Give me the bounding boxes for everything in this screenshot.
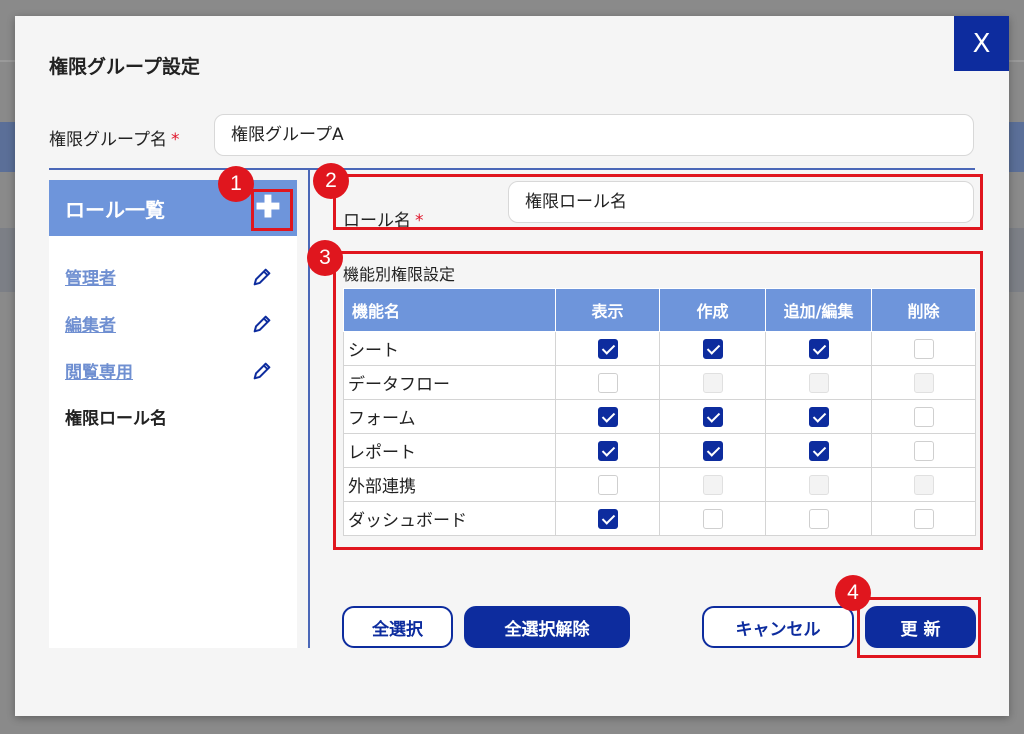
deselect-all-button[interactable]: 全選択解除 bbox=[464, 606, 630, 648]
select-all-button[interactable]: 全選択 bbox=[342, 606, 453, 648]
role-item-viewer[interactable]: 閲覧専用 bbox=[65, 358, 133, 383]
annotation-box-3 bbox=[333, 251, 983, 550]
required-mark: * bbox=[170, 130, 180, 150]
annotation-badge-2: 2 bbox=[313, 163, 349, 199]
annotation-box-1 bbox=[251, 189, 293, 231]
pencil-icon[interactable] bbox=[251, 266, 273, 288]
cancel-button[interactable]: キャンセル bbox=[702, 606, 854, 648]
annotation-badge-1: 1 bbox=[218, 166, 254, 202]
role-list-panel: ロール一覧 ✚ 管理者 編集者 閲覧専用 権限ロール名 bbox=[49, 180, 297, 648]
close-button[interactable]: X bbox=[954, 16, 1009, 71]
role-list-title: ロール一覧 bbox=[65, 198, 165, 222]
pencil-icon[interactable] bbox=[251, 313, 273, 335]
dialog-title: 権限グループ設定 bbox=[49, 56, 200, 78]
annotation-badge-4: 4 bbox=[835, 575, 871, 611]
group-name-label-text: 権限グループ名 bbox=[49, 130, 167, 150]
annotation-box-4 bbox=[857, 597, 981, 658]
role-item-admin[interactable]: 管理者 bbox=[65, 264, 116, 289]
group-name-label: 権限グループ名 * bbox=[49, 125, 179, 150]
vertical-divider bbox=[308, 170, 310, 648]
annotation-box-2 bbox=[333, 174, 983, 230]
group-name-input[interactable]: 権限グループA bbox=[214, 114, 974, 156]
annotation-badge-3: 3 bbox=[307, 240, 343, 276]
horizontal-divider bbox=[49, 168, 975, 170]
pencil-icon[interactable] bbox=[251, 360, 273, 382]
role-item-editor[interactable]: 編集者 bbox=[65, 311, 116, 336]
role-item-current[interactable]: 権限ロール名 bbox=[65, 404, 167, 429]
